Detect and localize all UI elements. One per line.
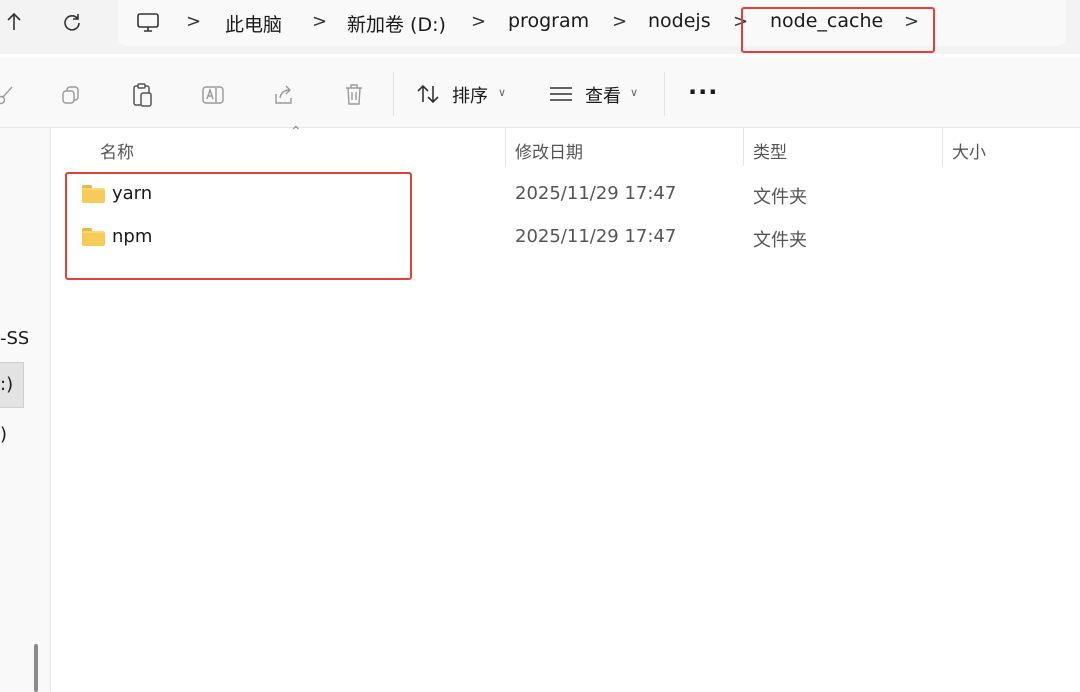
breadcrumb-program[interactable]: program (508, 10, 589, 32)
cut-icon[interactable] (0, 82, 18, 108)
breadcrumb-separator[interactable]: > (471, 11, 486, 32)
column-header-modified[interactable]: 修改日期 (515, 138, 583, 163)
share-icon[interactable] (271, 82, 297, 108)
toolbar-divider (664, 72, 665, 116)
column-divider[interactable] (942, 128, 943, 166)
chevron-down-icon: ∨ (630, 86, 639, 99)
navigation-pane: -SS :) ) (0, 128, 51, 692)
command-bar: 排序 ∨ 查看 ∨ ... (0, 58, 1080, 128)
computer-icon (136, 12, 160, 38)
breadcrumb-separator[interactable]: > (186, 11, 201, 32)
highlight-box-breadcrumb (741, 7, 935, 53)
paste-icon[interactable] (130, 82, 156, 108)
breadcrumb-separator[interactable]: > (312, 11, 327, 32)
nav-item[interactable]: ) (0, 424, 20, 445)
file-modified: 2025/11/29 17:47 (515, 183, 677, 204)
breadcrumb-this-pc[interactable]: 此电脑 (225, 10, 282, 37)
rename-icon[interactable] (200, 82, 226, 108)
sort-icon[interactable] (416, 81, 442, 107)
nav-scrollbar[interactable] (34, 644, 38, 692)
toolbar-divider (393, 72, 394, 116)
arrow-up-icon (7, 12, 21, 30)
column-header-name[interactable]: 名称 (100, 138, 134, 163)
column-divider[interactable] (505, 128, 506, 166)
breadcrumb-nodejs[interactable]: nodejs (648, 10, 711, 32)
copy-icon[interactable] (58, 82, 84, 108)
more-options-button[interactable]: ... (688, 72, 718, 100)
view-icon[interactable] (548, 81, 574, 107)
delete-icon[interactable] (341, 82, 367, 108)
highlight-box-files (65, 172, 412, 280)
breadcrumb-drive-d[interactable]: 新加卷 (D:) (347, 10, 446, 37)
file-type: 文件夹 (753, 187, 807, 208)
column-header-size[interactable]: 大小 (952, 138, 986, 163)
sort-ascending-icon: ⌃ (290, 124, 302, 140)
breadcrumb-separator[interactable]: > (612, 11, 627, 32)
nav-item-selected[interactable]: :) (0, 362, 24, 408)
view-button[interactable]: 查看 (585, 82, 621, 108)
file-modified: 2025/11/29 17:47 (515, 226, 677, 247)
sort-button[interactable]: 排序 (452, 82, 488, 108)
up-button[interactable] (0, 8, 28, 36)
nav-item[interactable]: -SS (0, 328, 28, 349)
column-header-type[interactable]: 类型 (753, 138, 787, 163)
nav-item-label: :) (0, 374, 14, 395)
address-area: > 此电脑 > 新加卷 (D:) > program > nodejs > no… (0, 0, 1080, 54)
file-type: 文件夹 (753, 230, 807, 251)
column-divider[interactable] (743, 128, 744, 166)
refresh-icon (64, 14, 80, 31)
chevron-down-icon: ∨ (498, 86, 507, 99)
refresh-button[interactable] (58, 8, 86, 36)
